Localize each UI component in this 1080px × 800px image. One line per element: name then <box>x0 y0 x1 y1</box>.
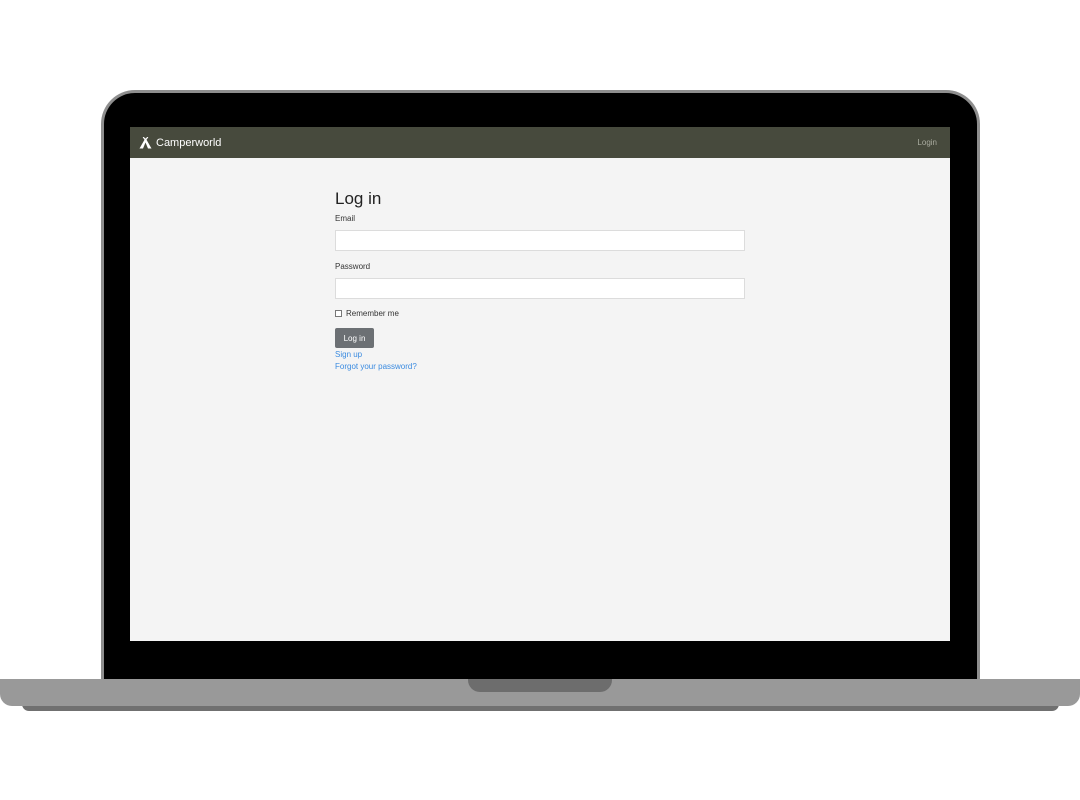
login-button[interactable]: Log in <box>335 328 374 348</box>
laptop-notch <box>468 679 612 692</box>
browser-screen: Camperworld Login Log in Email Password … <box>130 127 950 641</box>
navbar: Camperworld Login <box>130 127 950 158</box>
brand[interactable]: Camperworld <box>139 136 222 149</box>
remember-me-checkbox[interactable] <box>335 310 342 317</box>
password-field[interactable] <box>335 278 745 299</box>
brand-label: Camperworld <box>156 136 222 149</box>
email-field[interactable] <box>335 230 745 251</box>
forgot-password-link[interactable]: Forgot your password? <box>335 361 745 373</box>
remember-me-row: Remember me <box>335 309 745 318</box>
nav-login-link[interactable]: Login <box>917 138 937 147</box>
login-form: Log in Email Password Remember me Log in… <box>335 189 745 373</box>
tent-icon <box>139 136 152 149</box>
remember-me-label: Remember me <box>346 309 399 318</box>
page-title: Log in <box>335 189 382 208</box>
password-label: Password <box>335 262 371 271</box>
email-label: Email <box>335 214 356 223</box>
sign-up-link[interactable]: Sign up <box>335 349 745 361</box>
